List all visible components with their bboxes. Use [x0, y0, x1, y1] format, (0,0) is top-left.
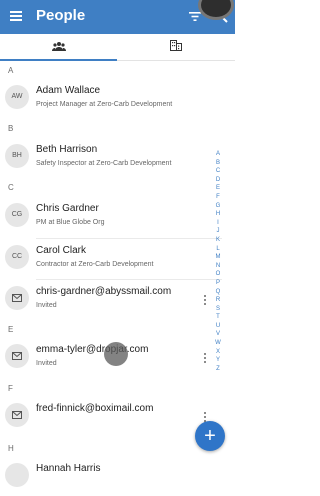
alphabet-letter[interactable]: N: [213, 262, 223, 271]
alphabet-letter[interactable]: Q: [213, 288, 223, 297]
alphabet-letter[interactable]: H: [213, 210, 223, 219]
add-contact-button[interactable]: +: [195, 421, 225, 451]
contact-status: Invited: [36, 302, 57, 309]
contact-row[interactable]: CG Chris Gardner PM at Blue Globe Org: [0, 196, 222, 236]
alphabet-letter[interactable]: E: [213, 184, 223, 193]
alphabet-letter[interactable]: D: [213, 176, 223, 185]
section-header: C: [8, 183, 14, 192]
filter-icon[interactable]: [189, 12, 201, 21]
section-header: A: [8, 66, 14, 75]
avatar: [5, 344, 29, 368]
mail-icon: [12, 294, 22, 302]
alphabet-letter[interactable]: A: [213, 150, 223, 159]
alphabet-letter[interactable]: G: [213, 202, 223, 211]
contact-subtitle: Safety Inspector at Zero-Carb Developmen…: [36, 160, 172, 167]
contact-subtitle: PM at Blue Globe Org: [36, 219, 105, 226]
alphabet-letter[interactable]: W: [213, 339, 223, 348]
avatar: AW: [5, 85, 29, 109]
contact-name: Hannah Harris: [36, 463, 101, 474]
tab-organizations[interactable]: [118, 34, 235, 60]
avatar: [5, 286, 29, 310]
section-header: E: [8, 325, 14, 334]
people-icon: [52, 42, 66, 51]
alphabet-letter[interactable]: V: [213, 330, 223, 339]
contact-email: emma-tyler@dropjar.com: [36, 344, 149, 355]
tab-people[interactable]: [0, 34, 117, 61]
mail-icon: [12, 411, 22, 419]
alphabet-letter[interactable]: B: [213, 159, 223, 168]
alphabet-letter[interactable]: Y: [213, 356, 223, 365]
alphabet-letter[interactable]: O: [213, 270, 223, 279]
contact-email: chris-gardner@abyssmail.com: [36, 286, 172, 297]
contact-name: Adam Wallace: [36, 85, 101, 96]
invite-row[interactable]: fred-finnick@boximail.com: [0, 396, 222, 436]
avatar: CG: [5, 203, 29, 227]
section-header: H: [8, 444, 14, 453]
contact-email: fred-finnick@boximail.com: [36, 403, 154, 414]
more-options-icon[interactable]: [203, 295, 207, 307]
avatar: [5, 403, 29, 427]
contact-name: Beth Harrison: [36, 144, 98, 155]
section-header: F: [8, 384, 13, 393]
avatar: [5, 463, 29, 487]
contact-row[interactable]: BH Beth Harrison Safety Inspector at Zer…: [0, 137, 222, 177]
alphabet-letter[interactable]: K: [213, 236, 223, 245]
building-icon: [170, 40, 182, 51]
alphabet-letter[interactable]: T: [213, 313, 223, 322]
alphabet-letter[interactable]: Z: [213, 365, 223, 374]
invite-row[interactable]: chris-gardner@abyssmail.com Invited: [0, 279, 222, 319]
contact-status: Invited: [36, 360, 57, 367]
contact-row[interactable]: CC Carol Clark Contractor at Zero-Carb D…: [0, 238, 222, 278]
contact-row[interactable]: AW Adam Wallace Project Manager at Zero-…: [0, 78, 222, 118]
page-title: People: [36, 7, 86, 24]
alphabet-letter[interactable]: U: [213, 322, 223, 331]
mail-icon: [12, 352, 22, 360]
section-header: B: [8, 124, 14, 133]
alphabet-letter[interactable]: I: [213, 219, 223, 228]
alphabet-letter[interactable]: M: [213, 253, 223, 262]
menu-icon[interactable]: [10, 11, 22, 21]
alphabet-letter[interactable]: L: [213, 245, 223, 254]
contact-name: Carol Clark: [36, 245, 87, 256]
avatar: BH: [5, 144, 29, 168]
alphabet-letter[interactable]: P: [213, 279, 223, 288]
contact-subtitle: Project Manager at Zero-Carb Development: [36, 101, 173, 108]
view-tabs: [0, 34, 235, 61]
alphabet-letter[interactable]: J: [213, 227, 223, 236]
alphabet-letter[interactable]: X: [213, 348, 223, 357]
alphabet-letter[interactable]: C: [213, 167, 223, 176]
contact-name: Chris Gardner: [36, 203, 99, 214]
more-options-icon[interactable]: [203, 353, 207, 365]
alphabet-letter[interactable]: F: [213, 193, 223, 202]
tab-indicator: [0, 59, 117, 61]
contact-row[interactable]: Hannah Harris: [0, 456, 222, 496]
alphabet-index[interactable]: ABCDEFGHIJKLMNOPQRSTUVWXYZ: [213, 150, 223, 373]
alphabet-letter[interactable]: S: [213, 305, 223, 314]
avatar: CC: [5, 245, 29, 269]
alphabet-letter[interactable]: R: [213, 296, 223, 305]
contact-subtitle: Contractor at Zero-Carb Development: [36, 261, 154, 268]
touch-indicator: [104, 342, 128, 366]
